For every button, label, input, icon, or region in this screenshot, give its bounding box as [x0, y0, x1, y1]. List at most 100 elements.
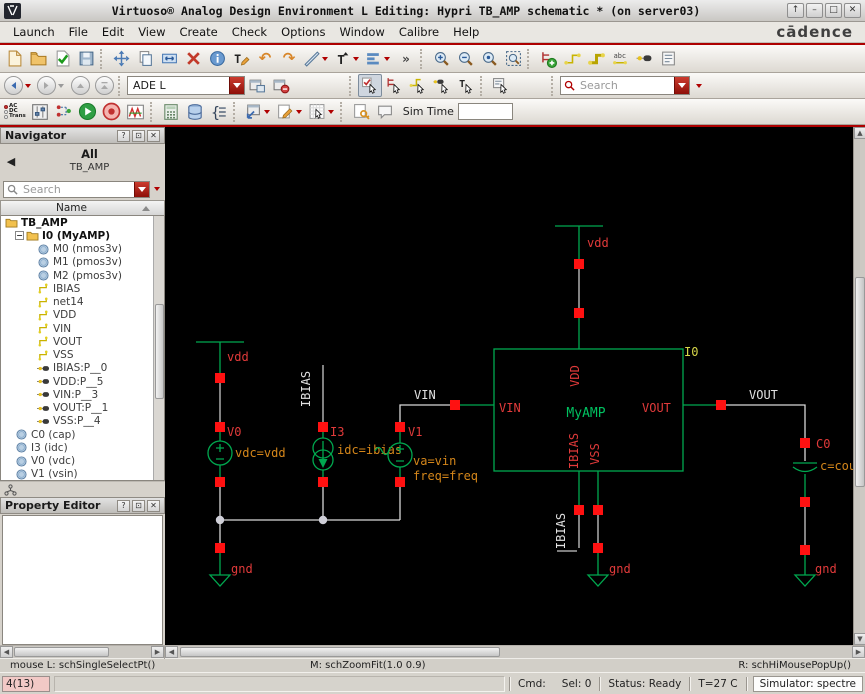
search-options-caret[interactable]: [696, 83, 702, 88]
select-mode-label-button[interactable]: T: [454, 74, 478, 97]
canvas-hscrollbar[interactable]: ◀ ▶: [165, 646, 865, 659]
tree-scrollbar-thumb[interactable]: [155, 304, 164, 399]
maximize-button[interactable]: □: [825, 3, 842, 18]
new-session-window-button[interactable]: [245, 74, 269, 97]
zoom-selected-button[interactable]: [477, 47, 501, 70]
scroll-right-arrow[interactable]: ▶: [852, 646, 865, 658]
tree-item-i0[interactable]: − I0 (MyAMP): [1, 229, 164, 242]
myamp-instance[interactable]: I0 VDD VIN VOUT MyAMP IBIAS VSS: [493, 345, 698, 472]
stop-simulation-button[interactable]: [100, 100, 124, 123]
new-file-button[interactable]: [2, 47, 26, 70]
close-session-window-button[interactable]: [269, 74, 293, 97]
ruler-dropdown-caret[interactable]: [322, 56, 328, 61]
top-hierarchy-button[interactable]: [92, 74, 116, 97]
create-wire-name-button[interactable]: abc: [608, 47, 632, 70]
tree-item-net-vss[interactable]: VSS: [1, 349, 164, 362]
vin-net-wire[interactable]: VIN: [399, 388, 450, 422]
toolbar-overflow-button[interactable]: »: [394, 47, 418, 70]
stretch-button[interactable]: [157, 47, 181, 70]
ade-mode-combobox[interactable]: ADE L: [127, 76, 245, 95]
edit-setup-button[interactable]: [274, 100, 306, 123]
probe-button[interactable]: [306, 100, 338, 123]
close-button[interactable]: ✕: [844, 3, 861, 18]
object-properties-button[interactable]: [656, 47, 680, 70]
tree-item-i3[interactable]: I3 (idc): [1, 441, 164, 454]
menu-create[interactable]: Create: [172, 23, 224, 41]
plot-waveforms-button[interactable]: [124, 100, 148, 123]
load-state-caret[interactable]: [263, 109, 270, 114]
ruler-button[interactable]: [301, 47, 332, 70]
sim-time-input[interactable]: [457, 103, 513, 120]
tree-item-pin-vin[interactable]: VIN:P__3: [1, 388, 164, 401]
redo-button[interactable]: ↷: [277, 47, 301, 70]
tree-column-header[interactable]: Name: [0, 200, 165, 216]
i3-idc-source[interactable]: I3 idc=ibias: [312, 422, 402, 487]
ibias-stub-wire[interactable]: IBIAS: [554, 513, 580, 552]
edit-setup-caret[interactable]: [295, 109, 302, 114]
tree-item-net-vout[interactable]: VOUT: [1, 335, 164, 348]
menu-calibre[interactable]: Calibre: [392, 23, 446, 41]
menu-view[interactable]: View: [131, 23, 172, 41]
tree-item-c0[interactable]: C0 (cap): [1, 428, 164, 441]
gnd-symbol-middle[interactable]: gnd: [586, 543, 631, 587]
zoom-in-button[interactable]: [429, 47, 453, 70]
probe-caret[interactable]: [327, 109, 334, 114]
undo-button[interactable]: ↶: [253, 47, 277, 70]
select-mode-instance-button[interactable]: [382, 74, 406, 97]
schematic-drawing[interactable]: vdd V0 vdc=vdd IBIAS I3 idc=ibias VIN V1…: [165, 127, 853, 645]
label-dropdown-caret[interactable]: [353, 56, 359, 61]
save-button[interactable]: [74, 47, 98, 70]
license-button[interactable]: [349, 100, 373, 123]
select-mode-pin-button[interactable]: [430, 74, 454, 97]
scroll-left-arrow[interactable]: ◀: [0, 646, 13, 658]
back-button[interactable]: [2, 74, 35, 97]
property-editor-close-button[interactable]: ✕: [147, 499, 160, 512]
hierarchy-tree[interactable]: TB_AMP − I0 (MyAMP) M0 (nmos3v) M1 (pmos3…: [0, 216, 165, 481]
navigator-search-box[interactable]: Search: [3, 180, 150, 198]
analysis-type-button[interactable]: AC DC Trans: [2, 100, 28, 123]
zoom-out-button[interactable]: [453, 47, 477, 70]
property-editor-hscrollbar[interactable]: ◀ ▶: [0, 646, 165, 659]
navigator-float-button[interactable]: ⊡: [132, 129, 145, 142]
tree-item-v0[interactable]: V0 (vdc): [1, 455, 164, 468]
open-file-button[interactable]: [26, 47, 50, 70]
tree-item-m2[interactable]: M2 (pmos3v): [1, 269, 164, 282]
menu-check[interactable]: Check: [225, 23, 274, 41]
ibias-net-wire[interactable]: IBIAS: [299, 365, 324, 422]
search-dropdown-button[interactable]: [674, 77, 689, 94]
command-field[interactable]: [54, 675, 506, 692]
align-dropdown-caret[interactable]: [384, 56, 390, 61]
menu-options[interactable]: Options: [274, 23, 332, 41]
expressions-button[interactable]: {: [207, 100, 231, 123]
menu-window[interactable]: Window: [332, 23, 391, 41]
align-button[interactable]: [363, 47, 394, 70]
property-editor-float-button[interactable]: ⊡: [132, 499, 145, 512]
back-history-caret[interactable]: [25, 83, 31, 88]
menu-launch[interactable]: Launch: [6, 23, 62, 41]
scroll-up-arrow[interactable]: ▲: [854, 127, 865, 139]
search-combobox[interactable]: Search: [560, 76, 690, 95]
setup-environment-button[interactable]: [28, 100, 52, 123]
navigator-back-button[interactable]: ◀: [4, 154, 18, 168]
vout-net-wire[interactable]: VOUT: [726, 388, 806, 438]
forward-button[interactable]: [35, 74, 68, 97]
canvas-vscroll-thumb[interactable]: [855, 277, 865, 487]
results-browser-button[interactable]: [183, 100, 207, 123]
minimize-button[interactable]: –: [806, 3, 823, 18]
move-button[interactable]: [109, 47, 133, 70]
hierarchy-view-icon[interactable]: [4, 483, 17, 496]
property-editor-content[interactable]: [2, 515, 163, 645]
scroll-down-arrow[interactable]: ▼: [854, 633, 865, 645]
tree-item-net-ibias[interactable]: IBIAS: [1, 282, 164, 295]
select-mode-wire-button[interactable]: [406, 74, 430, 97]
check-and-save-button[interactable]: [50, 47, 74, 70]
schematic-canvas[interactable]: vdd V0 vdc=vdd IBIAS I3 idc=ibias VIN V1…: [165, 127, 865, 645]
tree-item-tbamp[interactable]: TB_AMP: [1, 216, 164, 229]
properties-info-button[interactable]: [205, 47, 229, 70]
tree-item-pin-vss[interactable]: VSS:P__4: [1, 415, 164, 428]
gnd-symbol-left[interactable]: gnd: [208, 543, 253, 587]
tree-item-m0[interactable]: M0 (nmos3v): [1, 243, 164, 256]
property-editor-help-button[interactable]: ?: [117, 499, 130, 512]
tree-vertical-scrollbar[interactable]: [153, 216, 164, 480]
tree-item-pin-vdd[interactable]: VDD:P__5: [1, 375, 164, 388]
